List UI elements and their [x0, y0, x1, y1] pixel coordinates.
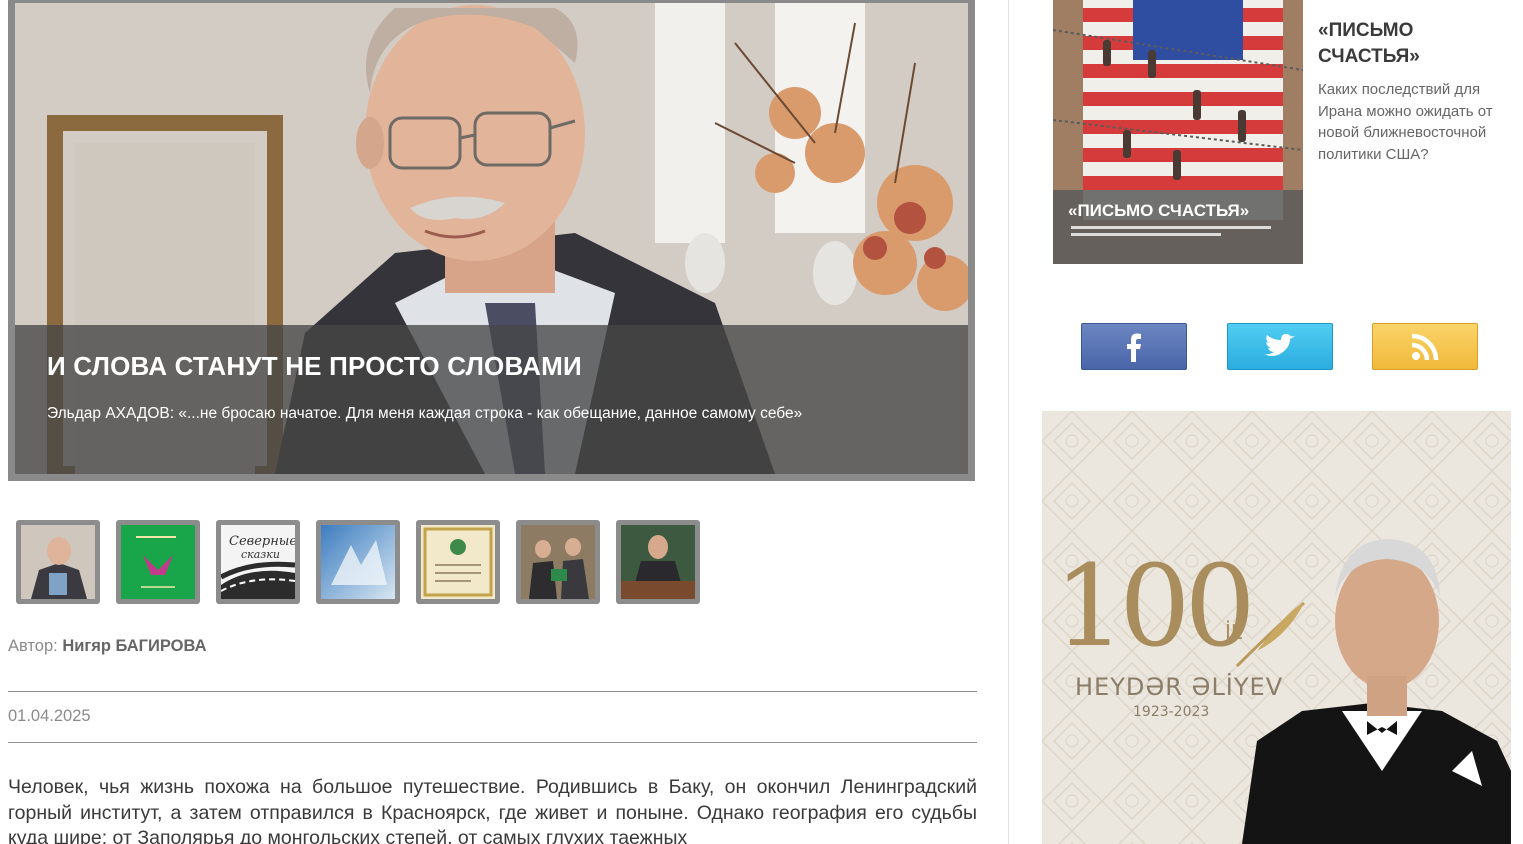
divider-top [8, 691, 977, 692]
banner-name: HEYDƏR ƏLİYEV [1075, 673, 1284, 701]
twitter-icon [1264, 333, 1295, 356]
author-label: Автор: [8, 637, 58, 655]
facebook-button[interactable] [1081, 323, 1187, 370]
twitter-button[interactable] [1227, 323, 1333, 370]
thumbnail-4[interactable] [316, 520, 400, 604]
article-author: Автор: Нигяр БАГИРОВА [8, 637, 207, 656]
blue-book-cover [321, 525, 395, 599]
article-main: И СЛОВА СТАНУТ НЕ ПРОСТО СЛОВАМИ Эльдар … [8, 0, 977, 844]
green-book-cover [121, 525, 195, 599]
divider-bottom [8, 742, 977, 743]
award-ceremony-photo [521, 525, 595, 599]
hero-caption[interactable]: И СЛОВА СТАНУТ НЕ ПРОСТО СЛОВАМИ Эльдар … [15, 325, 968, 474]
promo-image[interactable]: «ПИСЬМО СЧАСТЬЯ» [1053, 0, 1303, 264]
banner-il: İL [1225, 620, 1243, 644]
thumbnail-1[interactable] [16, 520, 100, 604]
flag-mural-image: «ПИСЬМО СЧАСТЬЯ» [1053, 0, 1303, 264]
article-date: 01.04.2025 [8, 707, 91, 725]
thumbnail-7[interactable] [616, 520, 700, 604]
thumbnail-5[interactable] [416, 520, 500, 604]
banner-years-range: 1923-2023 [1133, 704, 1210, 720]
severnye-skazki-book-cover: Северные сказки [221, 525, 295, 599]
svg-text:сказки: сказки [241, 548, 280, 561]
banner-years: 100 [1054, 542, 1256, 672]
facebook-icon [1127, 333, 1141, 362]
rss-icon [1411, 333, 1439, 360]
hero-slider[interactable]: И СЛОВА СТАНУТ НЕ ПРОСТО СЛОВАМИ Эльдар … [8, 0, 975, 481]
portrait-with-book-photo [21, 525, 95, 599]
article-body: Человек, чья жизнь похожа на большое пут… [8, 776, 977, 844]
svg-text:«ПИСЬМО СЧАСТЬЯ»: «ПИСЬМО СЧАСТЬЯ» [1068, 201, 1249, 220]
hero-title[interactable]: И СЛОВА СТАНУТ НЕ ПРОСТО СЛОВАМИ [47, 351, 936, 382]
hero-subtitle: Эльдар АХАДОВ: «...не бросаю начатое. Дл… [47, 405, 803, 422]
author-name[interactable]: Нигяр БАГИРОВА [62, 637, 206, 655]
thumbnail-6[interactable] [516, 520, 600, 604]
promo-title[interactable]: «ПИСЬМО СЧАСТЬЯ» [1318, 18, 1508, 70]
rss-button[interactable] [1372, 323, 1478, 370]
thumbnail-3[interactable]: Северные сказки [216, 520, 300, 604]
hero-photo: И СЛОВА СТАНУТ НЕ ПРОСТО СЛОВАМИ Эльдар … [15, 3, 968, 474]
svg-text:Северные: Северные [229, 534, 295, 549]
heydar-aliyev-banner[interactable]: 100 İL HEYDƏR ƏLİYEV 1923-2023 [1042, 411, 1511, 844]
promo-description: Каких последствий для Ирана можно ожидат… [1318, 81, 1493, 163]
diploma-photo [421, 525, 495, 599]
thumbnail-2[interactable] [116, 520, 200, 604]
column-divider [1008, 0, 1009, 844]
man-at-desk-photo [621, 525, 695, 599]
